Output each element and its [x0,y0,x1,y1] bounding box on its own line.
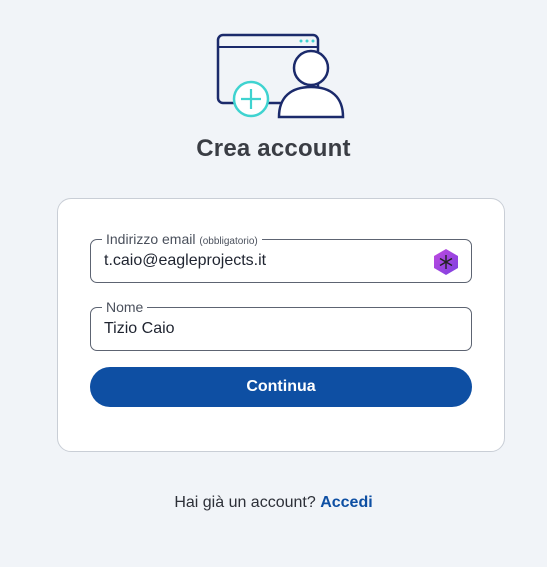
login-prompt-text: Hai già un account? [174,494,316,511]
login-prompt: Hai già un account? Accedi [0,494,547,512]
signup-card: Indirizzo email (obbligatorio) Nome Cont… [57,198,505,452]
name-field[interactable]: Nome [90,299,472,351]
continue-button[interactable]: Continua [90,367,472,407]
required-note: (obbligatorio) [199,236,258,247]
create-account-illustration-icon [216,33,345,119]
email-label: Indirizzo email (obbligatorio) [102,231,262,250]
name-label: Nome [102,299,148,315]
name-input[interactable] [104,320,414,338]
login-link[interactable]: Accedi [320,494,372,511]
password-manager-icon[interactable] [433,248,459,276]
email-field[interactable]: Indirizzo email (obbligatorio) [90,231,472,283]
email-input[interactable] [104,252,414,270]
page-title: Crea account [196,135,351,162]
